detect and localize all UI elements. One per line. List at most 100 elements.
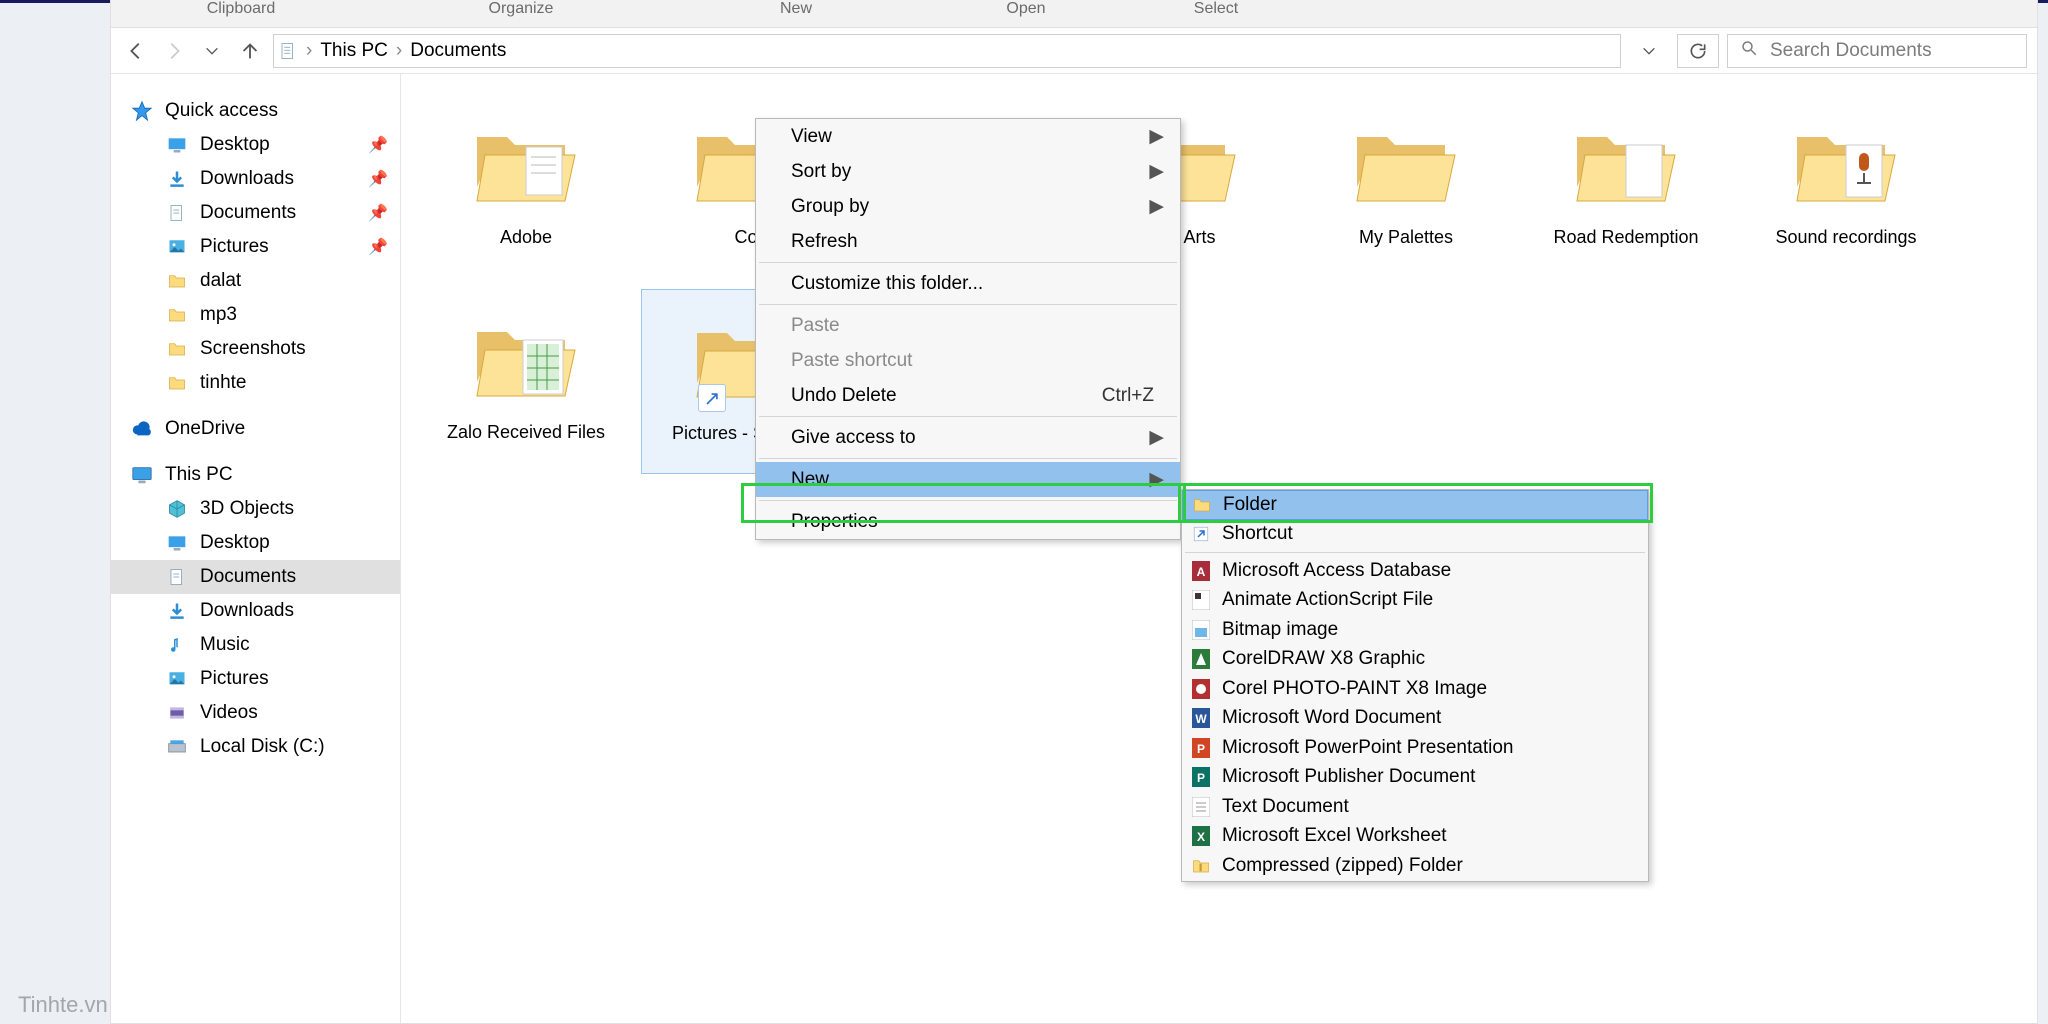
documents-icon bbox=[278, 41, 298, 61]
corel-icon bbox=[1190, 648, 1212, 670]
ribbon-group-new: New bbox=[671, 0, 921, 27]
sidebar-item-3d-objects[interactable]: 3D Objects bbox=[111, 492, 400, 526]
sidebar-item-downloads[interactable]: Downloads bbox=[111, 594, 400, 628]
menu-item-new-animate-actionscript-file[interactable]: Animate ActionScript File bbox=[1182, 586, 1648, 616]
address-history-dropdown[interactable] bbox=[1629, 34, 1669, 68]
menu-item-refresh[interactable]: Refresh bbox=[756, 224, 1180, 259]
sidebar-item-tinhte[interactable]: tinhte bbox=[111, 366, 400, 400]
sidebar-item-dalat[interactable]: dalat bbox=[111, 264, 400, 298]
ppt-icon: P bbox=[1190, 737, 1212, 759]
file-item-label: My Palettes bbox=[1353, 226, 1459, 248]
sidebar-item-pictures[interactable]: Pictures bbox=[111, 662, 400, 696]
file-item[interactable]: Road Redemption bbox=[1521, 94, 1731, 279]
menu-item-paste: Paste bbox=[756, 308, 1180, 343]
downloads-icon bbox=[166, 168, 188, 190]
file-item[interactable]: Zalo Received Files bbox=[421, 289, 631, 474]
menu-item-new-folder[interactable]: Folder bbox=[1182, 490, 1648, 520]
sidebar-item-desktop[interactable]: Desktop📌 bbox=[111, 128, 400, 162]
animate-icon bbox=[1190, 589, 1212, 611]
menu-item-paste-shortcut: Paste shortcut bbox=[756, 343, 1180, 378]
sidebar-onedrive[interactable]: OneDrive bbox=[111, 412, 400, 446]
watermark: Tinhte.vn bbox=[18, 992, 108, 1018]
menu-item-customize-this-folder-[interactable]: Customize this folder... bbox=[756, 266, 1180, 301]
folder-icon bbox=[1786, 102, 1906, 222]
pin-icon: 📌 bbox=[368, 169, 388, 189]
sidebar-this-pc[interactable]: This PC bbox=[111, 458, 400, 492]
txt-icon bbox=[1190, 796, 1212, 818]
star-icon bbox=[131, 100, 153, 122]
sidebar-item-mp3[interactable]: mp3 bbox=[111, 298, 400, 332]
menu-item-sort-by[interactable]: Sort by▶ bbox=[756, 154, 1180, 189]
breadcrumb-documents[interactable]: Documents bbox=[410, 40, 506, 62]
nav-forward-button[interactable] bbox=[159, 34, 189, 68]
menu-item-properties[interactable]: Properties bbox=[756, 504, 1180, 539]
folder-icon bbox=[1346, 102, 1466, 222]
file-item[interactable]: Sound recordings bbox=[1741, 94, 1951, 279]
folder-icon bbox=[1191, 494, 1213, 516]
chevron-right-icon: ▶ bbox=[1149, 468, 1164, 491]
nav-back-button[interactable] bbox=[121, 34, 151, 68]
menu-item-give-access-to[interactable]: Give access to▶ bbox=[756, 420, 1180, 455]
menu-item-new-microsoft-access-database[interactable]: AMicrosoft Access Database bbox=[1182, 556, 1648, 586]
search-icon bbox=[1740, 39, 1758, 63]
pin-icon: 📌 bbox=[368, 237, 388, 257]
ribbon-group-clipboard: Clipboard bbox=[111, 0, 371, 27]
ribbon-group-organize: Organize bbox=[371, 0, 671, 27]
sidebar-item-documents[interactable]: Documents📌 bbox=[111, 196, 400, 230]
sidebar-item-documents[interactable]: Documents bbox=[111, 560, 400, 594]
file-item-label: Zalo Received Files bbox=[441, 421, 611, 443]
nav-pane: Quick access Desktop📌Downloads📌Documents… bbox=[111, 74, 401, 1023]
refresh-button[interactable] bbox=[1677, 34, 1719, 68]
pc-icon bbox=[131, 464, 153, 486]
shortcut-badge-icon: ↗ bbox=[698, 384, 726, 412]
menu-item-new-text-document[interactable]: Text Document bbox=[1182, 792, 1648, 822]
sidebar-item-local-disk-c-[interactable]: Local Disk (C:) bbox=[111, 730, 400, 764]
sidebar-item-pictures[interactable]: Pictures📌 bbox=[111, 230, 400, 264]
menu-item-new[interactable]: New▶ bbox=[756, 462, 1180, 497]
nav-recent-dropdown[interactable] bbox=[197, 34, 227, 68]
chevron-right-icon[interactable]: › bbox=[300, 40, 318, 62]
menu-item-new-microsoft-publisher-document[interactable]: PMicrosoft Publisher Document bbox=[1182, 763, 1648, 793]
menu-item-new-corel-photo-paint-x8-image[interactable]: Corel PHOTO-PAINT X8 Image bbox=[1182, 674, 1648, 704]
zip-icon bbox=[1190, 855, 1212, 877]
menu-item-view[interactable]: View▶ bbox=[756, 119, 1180, 154]
search-placeholder: Search Documents bbox=[1770, 40, 1932, 62]
folder-icon bbox=[166, 304, 188, 326]
breadcrumb-this-pc[interactable]: This PC bbox=[320, 40, 388, 62]
sidebar-item-videos[interactable]: Videos bbox=[111, 696, 400, 730]
ribbon-group-open: Open bbox=[921, 0, 1131, 27]
nav-up-button[interactable] bbox=[235, 34, 265, 68]
shortcut-icon bbox=[1190, 523, 1212, 545]
access-icon: A bbox=[1190, 560, 1212, 582]
menu-item-new-shortcut[interactable]: Shortcut bbox=[1182, 520, 1648, 550]
file-item-label: Sound recordings bbox=[1769, 226, 1922, 248]
menu-item-new-compressed-zipped-folder[interactable]: Compressed (zipped) Folder bbox=[1182, 851, 1648, 881]
sidebar-item-music[interactable]: Music bbox=[111, 628, 400, 662]
chevron-right-icon: ▶ bbox=[1149, 160, 1164, 183]
pub-icon: P bbox=[1190, 766, 1212, 788]
sidebar-item-screenshots[interactable]: Screenshots bbox=[111, 332, 400, 366]
menu-item-new-coreldraw-x8-graphic[interactable]: CorelDRAW X8 Graphic bbox=[1182, 645, 1648, 675]
file-item[interactable]: Adobe bbox=[421, 94, 631, 279]
menu-item-group-by[interactable]: Group by▶ bbox=[756, 189, 1180, 224]
word-icon: W bbox=[1190, 707, 1212, 729]
nav-bar: › This PC › Documents Search Documents bbox=[111, 28, 2037, 74]
chevron-right-icon[interactable]: › bbox=[390, 40, 408, 62]
search-box[interactable]: Search Documents bbox=[1727, 34, 2027, 68]
sidebar-quick-access[interactable]: Quick access bbox=[111, 94, 400, 128]
chevron-right-icon: ▶ bbox=[1149, 426, 1164, 449]
menu-item-new-microsoft-word-document[interactable]: WMicrosoft Word Document bbox=[1182, 704, 1648, 734]
menu-item-new-microsoft-excel-worksheet[interactable]: XMicrosoft Excel Worksheet bbox=[1182, 822, 1648, 852]
menu-item-undo-delete[interactable]: Undo DeleteCtrl+Z bbox=[756, 378, 1180, 413]
menu-item-new-bitmap-image[interactable]: Bitmap image bbox=[1182, 615, 1648, 645]
sidebar-item-desktop[interactable]: Desktop bbox=[111, 526, 400, 560]
file-item[interactable]: My Palettes bbox=[1301, 94, 1511, 279]
folder-icon bbox=[166, 372, 188, 394]
cloud-icon bbox=[131, 418, 153, 440]
address-bar[interactable]: › This PC › Documents bbox=[273, 34, 1621, 68]
context-menu: View▶Sort by▶Group by▶Refresh Customize t… bbox=[755, 118, 1181, 540]
sidebar-item-downloads[interactable]: Downloads📌 bbox=[111, 162, 400, 196]
file-item-label: Road Redemption bbox=[1547, 226, 1704, 248]
menu-item-new-microsoft-powerpoint-presentation[interactable]: PMicrosoft PowerPoint Presentation bbox=[1182, 733, 1648, 763]
pictures-icon bbox=[166, 236, 188, 258]
